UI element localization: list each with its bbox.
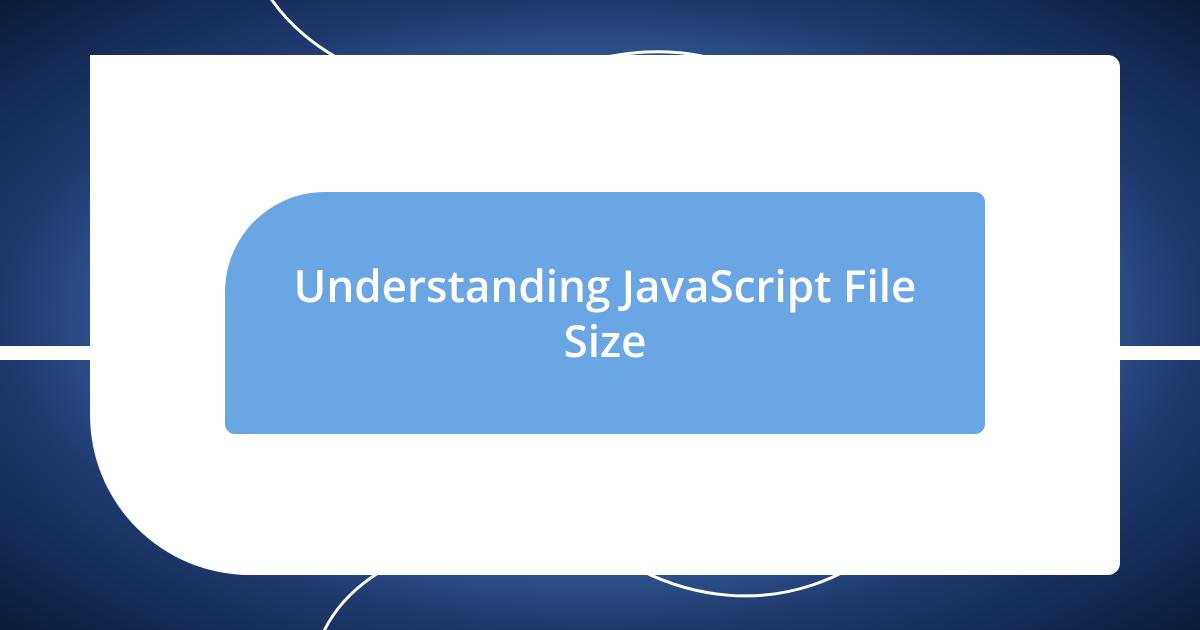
decorative-line-right: [1116, 346, 1200, 360]
inner-card: Understanding JavaScript File Size: [225, 192, 985, 434]
decorative-line-left: [0, 346, 90, 360]
page-title: Understanding JavaScript File Size: [285, 258, 925, 368]
